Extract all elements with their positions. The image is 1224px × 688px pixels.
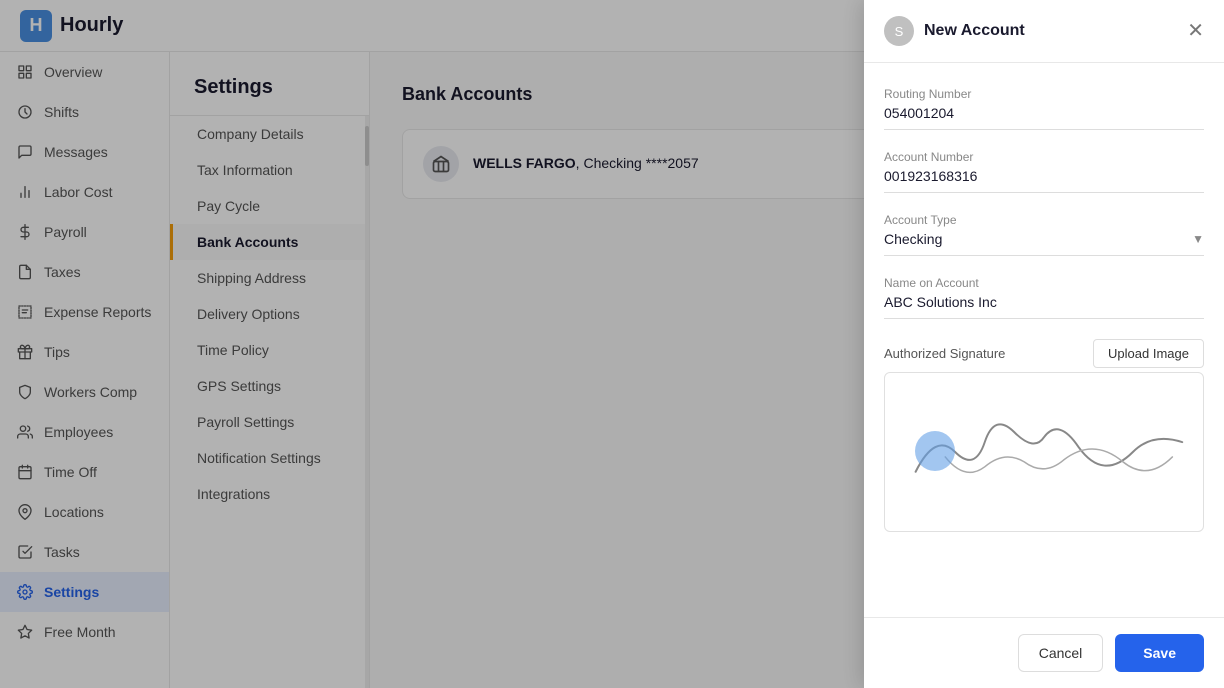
account-number-label: Account Number — [884, 150, 1204, 164]
account-type-value: Checking — [884, 231, 942, 247]
upload-image-button[interactable]: Upload Image — [1093, 339, 1204, 368]
panel-footer: Cancel Save — [864, 617, 1224, 688]
panel-title: New Account — [924, 22, 1177, 40]
authorized-signature-field: Authorized Signature Upload Image — [884, 339, 1204, 532]
account-number-field: Account Number 001923168316 — [884, 150, 1204, 193]
name-on-account-value: ABC Solutions Inc — [884, 294, 1204, 319]
signature-row: Authorized Signature Upload Image — [884, 339, 1204, 368]
account-type-label: Account Type — [884, 213, 1204, 227]
cancel-button[interactable]: Cancel — [1018, 634, 1104, 672]
routing-number-label: Routing Number — [884, 87, 1204, 101]
signature-svg — [885, 373, 1203, 531]
panel-header: S New Account ✕ — [864, 0, 1224, 63]
routing-number-field: Routing Number 054001204 — [884, 87, 1204, 130]
account-type-select[interactable]: Checking ▼ — [884, 231, 1204, 256]
panel-avatar: S — [884, 16, 914, 46]
account-type-field: Account Type Checking ▼ — [884, 213, 1204, 256]
routing-number-value: 054001204 — [884, 105, 1204, 130]
close-icon[interactable]: ✕ — [1187, 21, 1204, 41]
name-on-account-field: Name on Account ABC Solutions Inc — [884, 276, 1204, 319]
account-number-value: 001923168316 — [884, 168, 1204, 193]
save-button[interactable]: Save — [1115, 634, 1204, 672]
new-account-panel: S New Account ✕ Routing Number 054001204… — [864, 0, 1224, 688]
name-on-account-label: Name on Account — [884, 276, 1204, 290]
modal-overlay: S New Account ✕ Routing Number 054001204… — [0, 0, 1224, 688]
panel-body: Routing Number 054001204 Account Number … — [864, 63, 1224, 617]
chevron-down-icon: ▼ — [1192, 232, 1204, 246]
signature-box[interactable] — [884, 372, 1204, 532]
authorized-signature-label: Authorized Signature — [884, 346, 1005, 361]
